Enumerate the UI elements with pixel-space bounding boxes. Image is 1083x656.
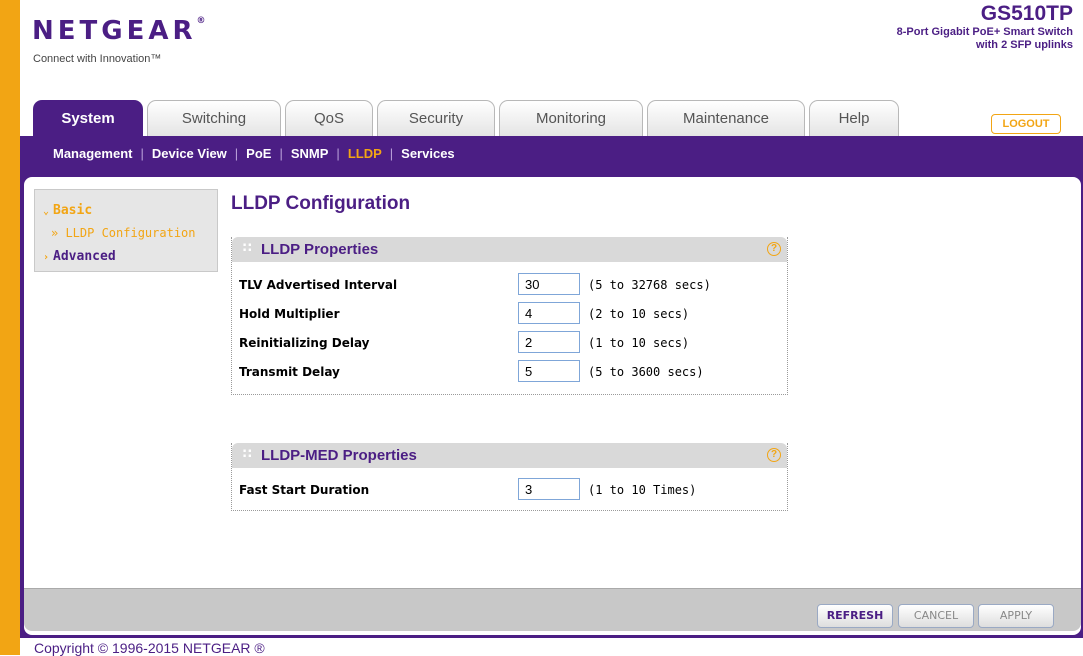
netgear-logo: NETGEAR® [32, 16, 206, 46]
refresh-button[interactable]: REFRESH [817, 604, 893, 628]
side-item-lldp-configuration[interactable]: » LLDP Configuration [51, 226, 196, 240]
tagline: Connect with Innovation™ [33, 53, 162, 65]
help-icon[interactable]: ? [767, 448, 781, 462]
subnav-services[interactable]: Services [401, 136, 455, 172]
reinit-delay-label: Reinitializing Delay [239, 336, 370, 350]
side-item-basic[interactable]: ⌄ Basic [43, 203, 92, 218]
section-title: LLDP Properties [261, 241, 379, 258]
chevron-right-icon: › [43, 252, 50, 263]
side-menu: ⌄ Basic » LLDP Configuration › Advanced [34, 189, 218, 272]
sub-navigation: Management | Device View | PoE | SNMP | LLDP | Ser… [20, 136, 1083, 172]
page-title: LLDP Configuration [231, 193, 411, 214]
header: NETGEAR® Connect with Innovation™ GS510T… [20, 0, 1083, 100]
tab-maintenance[interactable]: Maintenance [647, 100, 805, 136]
tlv-interval-label: TLV Advertised Interval [239, 278, 398, 292]
fast-start-range: (1 to 10 Times) [588, 483, 697, 497]
tab-monitoring[interactable]: Monitoring [499, 100, 643, 136]
side-item-advanced-label: Advanced [53, 249, 116, 264]
transmit-delay-label: Transmit Delay [239, 365, 340, 379]
left-accent-bar [0, 0, 20, 655]
fast-start-input[interactable] [518, 478, 580, 500]
copyright-footer: Copyright © 1996-2015 NETGEAR ® [34, 640, 265, 656]
model-name: GS510TP [980, 2, 1073, 25]
grip-icon: :: [242, 240, 253, 255]
main-panel: ⌄ Basic » LLDP Configuration › Advanced LL… [24, 177, 1081, 635]
tlv-interval-input[interactable] [518, 273, 580, 295]
tab-switching[interactable]: Switching [147, 100, 281, 136]
tlv-interval-range: (5 to 32768 secs) [588, 278, 711, 292]
fast-start-label: Fast Start Duration [239, 483, 370, 497]
tab-security[interactable]: Security [377, 100, 495, 136]
subnav-lldp[interactable]: LLDP [348, 136, 382, 172]
reinit-delay-range: (1 to 10 secs) [588, 336, 690, 350]
subnav-separator: | [234, 146, 239, 161]
tlv-interval-row: TLV Advertised Interval (5 to 32768 secs… [232, 272, 787, 298]
model-desc-line1: 8-Port Gigabit PoE+ Smart Switch [896, 26, 1073, 38]
content-frame: ⌄ Basic » LLDP Configuration › Advanced LL… [20, 172, 1083, 638]
action-bar: REFRESH CANCEL APPLY [24, 588, 1081, 631]
transmit-delay-range: (5 to 3600 secs) [588, 365, 704, 379]
lldp-med-properties-section: :: LLDP-MED Properties ? Fast Start Dura… [231, 443, 788, 511]
apply-button[interactable]: APPLY [978, 604, 1054, 628]
transmit-delay-input[interactable] [518, 360, 580, 382]
brand-mark: ® [196, 16, 206, 26]
hold-multiplier-label: Hold Multiplier [239, 307, 340, 321]
section-header: :: LLDP-MED Properties ? [232, 443, 787, 468]
fast-start-row: Fast Start Duration (1 to 10 Times) [232, 477, 787, 503]
tab-qos[interactable]: QoS [285, 100, 373, 136]
help-icon[interactable]: ? [767, 242, 781, 256]
transmit-delay-row: Transmit Delay (5 to 3600 secs) [232, 359, 787, 385]
subnav-separator: | [140, 146, 144, 161]
side-item-basic-label: Basic [53, 203, 93, 218]
model-desc-line2: with 2 SFP uplinks [976, 39, 1073, 51]
reinit-delay-row: Reinitializing Delay (1 to 10 secs) [232, 330, 787, 356]
subnav-snmp[interactable]: SNMP [291, 136, 329, 172]
subnav-poe[interactable]: PoE [246, 136, 271, 172]
reinit-delay-input[interactable] [518, 331, 580, 353]
cancel-button[interactable]: CANCEL [898, 604, 974, 628]
brand-name: NETGEAR [32, 16, 197, 46]
hold-multiplier-input[interactable] [518, 302, 580, 324]
subnav-separator: | [389, 146, 394, 161]
section-title: LLDP-MED Properties [261, 447, 417, 464]
subnav-device-view[interactable]: Device View [152, 136, 227, 172]
side-item-advanced[interactable]: › Advanced [43, 249, 116, 264]
tab-help[interactable]: Help [809, 100, 899, 136]
section-header: :: LLDP Properties ? [232, 237, 787, 262]
subnav-separator: | [336, 146, 340, 161]
logout-button[interactable]: LOGOUT [991, 114, 1061, 134]
grip-icon: :: [242, 446, 253, 461]
subnav-management[interactable]: Management [53, 136, 132, 172]
lldp-properties-section: :: LLDP Properties ? TLV Advertised Inte… [231, 237, 788, 395]
chevron-down-icon: ⌄ [43, 206, 50, 217]
subnav-separator: | [279, 146, 283, 161]
product-info: GS510TP 8-Port Gigabit PoE+ Smart Switch… [897, 2, 1073, 52]
hold-multiplier-row: Hold Multiplier (2 to 10 secs) [232, 301, 787, 327]
tab-system[interactable]: System [33, 100, 143, 136]
hold-multiplier-range: (2 to 10 secs) [588, 307, 690, 321]
